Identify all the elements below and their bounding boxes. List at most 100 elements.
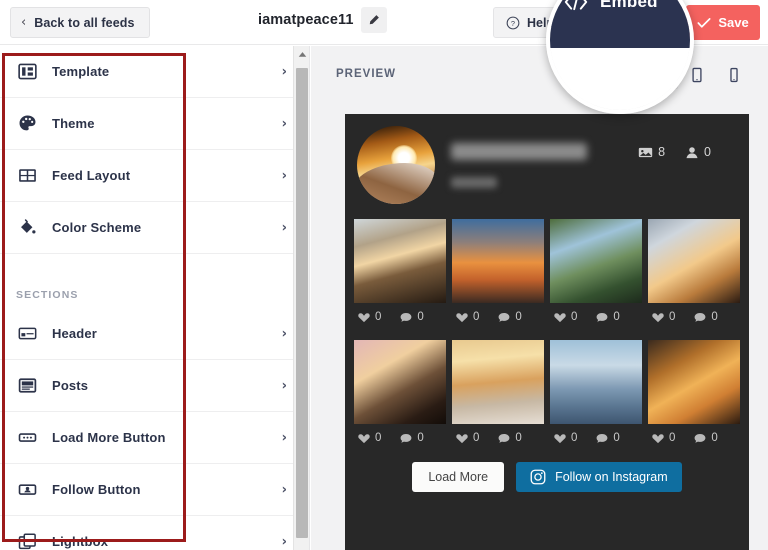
sections-heading: SECTIONS — [0, 254, 309, 308]
page-title: iamatpeace11 — [258, 12, 354, 28]
post-comment-count: 0 — [417, 311, 424, 323]
feed-post[interactable]: 0 0 — [449, 337, 547, 458]
post-engagement: 0 0 — [648, 303, 740, 334]
follow-on-instagram-button[interactable]: Follow on Instagram — [516, 462, 682, 492]
post-thumbnail[interactable] — [550, 340, 642, 424]
sidebar-item-label: Load More Button — [52, 430, 166, 445]
sidebar-item-load-more-button[interactable]: Load More Button › — [0, 412, 309, 464]
post-comment-count: 0 — [515, 432, 522, 444]
sidebar-item-label: Follow Button — [52, 482, 141, 497]
template-layout-icon — [18, 62, 52, 81]
post-thumbnail[interactable] — [550, 219, 642, 303]
comment-icon — [695, 312, 706, 322]
feed-post[interactable]: 0 0 — [351, 337, 449, 458]
chevron-right-icon: › — [281, 326, 287, 341]
back-to-all-feeds-button[interactable]: ‹ Back to all feeds — [10, 7, 150, 38]
heart-icon — [652, 312, 664, 322]
post-thumbnail[interactable] — [354, 340, 446, 424]
sidebar-item-label: Template — [52, 64, 110, 79]
comment-icon — [499, 433, 510, 443]
sidebar-item-lightbox[interactable]: Lightbox › — [0, 516, 309, 550]
scrollbar-thumb[interactable] — [296, 68, 308, 538]
save-button[interactable]: Save — [686, 5, 760, 40]
feed-photo-count-value: 8 — [658, 145, 666, 159]
post-thumbnail[interactable] — [648, 340, 740, 424]
sidebar-item-posts[interactable]: Posts › — [0, 360, 309, 412]
desktop-monitor-icon — [652, 68, 667, 81]
embed-button[interactable]: Embed — [560, 5, 658, 40]
sidebar-item-theme[interactable]: Theme › — [0, 98, 309, 150]
load-more-button[interactable]: Load More — [412, 462, 505, 492]
post-comment-count: 0 — [417, 432, 424, 444]
feed-profile-meta — [451, 142, 638, 188]
chevron-right-icon: › — [281, 378, 287, 393]
post-engagement: 0 0 — [354, 303, 446, 334]
heart-icon — [652, 433, 664, 443]
post-like-count: 0 — [669, 432, 676, 444]
device-toggle-tablet[interactable] — [678, 60, 715, 89]
follow-button-icon — [18, 480, 52, 499]
device-toggle-mobile[interactable] — [715, 60, 752, 89]
sidebar-item-header[interactable]: Header › — [0, 308, 309, 360]
tablet-icon — [691, 67, 702, 82]
sidebar-item-color-scheme[interactable]: Color Scheme › — [0, 202, 309, 254]
post-like-count: 0 — [375, 432, 382, 444]
help-button[interactable]: ? Help — [493, 7, 568, 38]
heart-icon — [358, 312, 370, 322]
sidebar-item-label: Header — [52, 326, 97, 341]
comment-icon — [401, 433, 412, 443]
device-toggle-desktop[interactable] — [641, 60, 678, 89]
feed-photo-grid: 0 0 0 0 0 0 0 0 0 0 0 0 0 0 0 0 — [345, 216, 749, 458]
feed-post[interactable]: 0 0 — [449, 216, 547, 337]
post-thumbnail[interactable] — [452, 340, 544, 424]
grid-table-icon — [18, 166, 52, 185]
preview-toolbar: PREVIEW — [311, 46, 768, 102]
feed-action-buttons: Load More Follow on Instagram — [345, 458, 749, 492]
customizer-sidebar: Template › Theme › Feed Layout › Color S… — [0, 46, 310, 550]
lightbox-layers-icon — [18, 532, 52, 550]
post-like-count: 0 — [473, 311, 480, 323]
feed-header: 8 0 — [345, 114, 749, 216]
chevron-right-icon: › — [281, 64, 287, 79]
scroll-up-arrow-icon[interactable] — [294, 46, 309, 63]
post-comment-count: 0 — [515, 311, 522, 323]
comment-icon — [499, 312, 510, 322]
feed-post[interactable]: 0 0 — [645, 337, 743, 458]
feed-post[interactable]: 0 0 — [351, 216, 449, 337]
post-engagement: 0 0 — [452, 303, 544, 334]
back-to-all-feeds-label: Back to all feeds — [34, 15, 135, 30]
sidebar-scrollbar[interactable] — [293, 46, 309, 550]
feed-username-blurred — [451, 142, 587, 160]
post-thumbnail[interactable] — [648, 219, 740, 303]
chevron-left-icon: ‹ — [21, 15, 27, 30]
chevron-right-icon: › — [281, 168, 287, 183]
preview-panel: PREVIEW 8 0 0 0 0 0 0 0 0 0 0 0 0 0 0 0 … — [311, 46, 768, 550]
device-preview-toggle-group — [641, 60, 752, 89]
feed-post[interactable]: 0 0 — [645, 216, 743, 337]
feed-post[interactable]: 0 0 — [547, 216, 645, 337]
edit-feed-name-button[interactable] — [360, 7, 387, 33]
sidebar-item-label: Posts — [52, 378, 89, 393]
feed-title-group: iamatpeace11 — [258, 7, 387, 33]
paint-bucket-icon — [18, 218, 52, 237]
post-thumbnail[interactable] — [452, 219, 544, 303]
sidebar-item-label: Theme — [52, 116, 95, 131]
post-thumbnail[interactable] — [354, 219, 446, 303]
feed-stats: 8 0 — [638, 145, 711, 159]
sidebar-item-feed-layout[interactable]: Feed Layout › — [0, 150, 309, 202]
instagram-icon — [530, 469, 546, 485]
pencil-icon — [369, 14, 379, 24]
feed-follower-count: 0 — [685, 145, 711, 159]
follow-on-instagram-label: Follow on Instagram — [555, 470, 668, 484]
photos-icon — [638, 147, 653, 157]
sidebar-item-label: Color Scheme — [52, 220, 142, 235]
sidebar-item-follow-button[interactable]: Follow Button › — [0, 464, 309, 516]
post-like-count: 0 — [669, 311, 676, 323]
feed-follower-count-value: 0 — [704, 145, 711, 159]
feed-post[interactable]: 0 0 — [547, 337, 645, 458]
avatar — [357, 126, 435, 204]
sidebar-item-template[interactable]: Template › — [0, 46, 309, 98]
post-engagement: 0 0 — [452, 424, 544, 455]
comment-icon — [597, 312, 608, 322]
heart-icon — [554, 312, 566, 322]
